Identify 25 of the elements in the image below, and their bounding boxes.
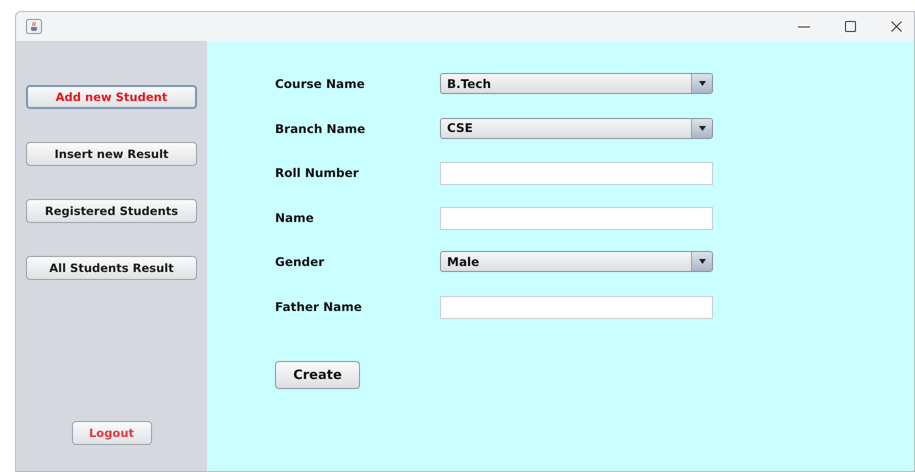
field-label: Name — [275, 210, 315, 224]
field-label: Course Name — [275, 76, 366, 91]
close-icon[interactable] — [891, 21, 902, 32]
field-label: Gender — [275, 254, 326, 269]
dropdown[interactable]: CSE — [440, 118, 713, 138]
field-label: Branch Name — [275, 120, 366, 136]
dropdown-arrow-icon — [698, 126, 706, 130]
create-button[interactable]: Create — [275, 361, 360, 389]
logout-button[interactable]: Logout — [72, 421, 152, 445]
dropdown[interactable]: Male — [440, 251, 713, 272]
text-field[interactable] — [440, 206, 713, 230]
nav-button[interactable]: Insert new Result — [26, 142, 197, 166]
coffee-cup-icon — [26, 19, 42, 34]
dropdown-arrow-icon — [698, 259, 706, 264]
minimize-icon[interactable] — [798, 26, 810, 28]
field-label: Father Name — [275, 298, 363, 314]
text-field[interactable] — [440, 162, 713, 185]
nav-button[interactable]: Registered Students — [26, 199, 197, 223]
dropdown-arrow-icon — [698, 81, 706, 86]
nav-button[interactable]: All Students Result — [26, 256, 197, 280]
dropdown[interactable]: B.Tech — [440, 73, 713, 94]
nav-button[interactable]: Add new Student — [26, 85, 197, 109]
field-label: Roll Number — [275, 165, 360, 180]
text-field[interactable] — [440, 296, 713, 318]
maximize-icon[interactable] — [845, 21, 856, 32]
